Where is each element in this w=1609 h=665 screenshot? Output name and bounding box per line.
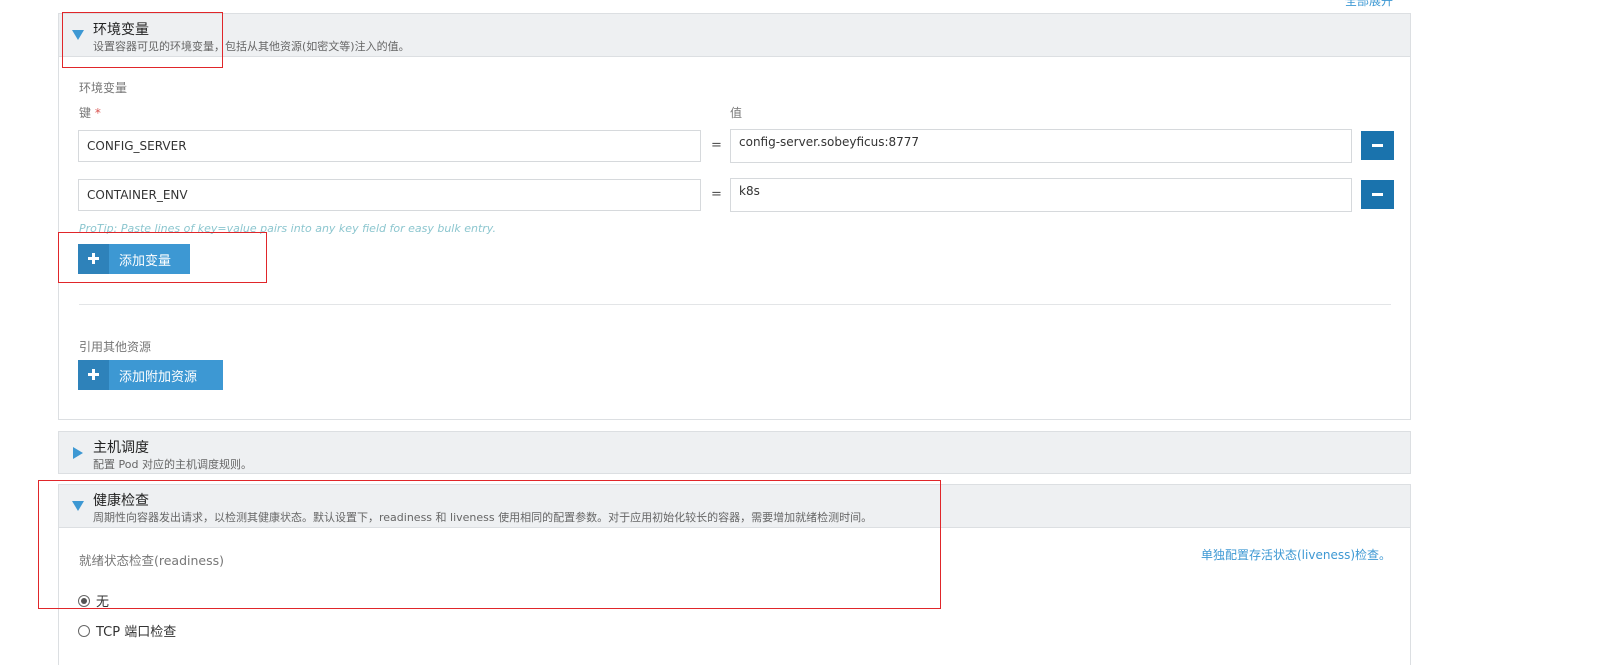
readiness-option-tcp[interactable]: TCP 端口检查: [78, 621, 176, 640]
value-column-label: 值: [730, 106, 743, 120]
env-key-input[interactable]: [78, 130, 701, 162]
plus-icon: [78, 360, 109, 390]
required-mark: *: [94, 106, 101, 120]
env-subheading: 环境变量: [79, 81, 128, 95]
host-scheduling-header[interactable]: 主机调度 配置 Pod 对应的主机调度规则。: [59, 432, 1410, 473]
section-divider: [79, 304, 1391, 305]
minus-icon: [1372, 144, 1383, 147]
expand-all-link[interactable]: 全部展开: [1345, 0, 1393, 9]
equals-sign: =: [711, 138, 722, 153]
env-key-input[interactable]: [78, 179, 701, 211]
host-section-description: 配置 Pod 对应的主机调度规则。: [93, 458, 252, 471]
key-column-label: 键 *: [79, 104, 101, 121]
env-variables-header[interactable]: 环境变量 设置容器可见的环境变量，包括从其他资源(如密文等)注入的值。: [59, 14, 1410, 57]
highlight-box-add-variable: [58, 232, 267, 283]
env-value-input[interactable]: [730, 129, 1352, 163]
minus-icon: [1372, 193, 1383, 196]
add-resource-label: 添加附加资源: [119, 368, 198, 384]
liveness-config-link[interactable]: 单独配置存活状态(liveness)检查。: [1201, 546, 1391, 563]
add-resource-button[interactable]: 添加附加资源: [78, 360, 223, 390]
expand-triangle-icon: [73, 447, 83, 459]
highlight-box-env-header: [62, 12, 223, 68]
env-variables-panel: 环境变量 设置容器可见的环境变量，包括从其他资源(如密文等)注入的值。 环境变量…: [58, 13, 1411, 420]
remove-variable-button[interactable]: [1361, 180, 1394, 209]
reference-resources-heading: 引用其他资源: [79, 340, 152, 354]
host-scheduling-panel: 主机调度 配置 Pod 对应的主机调度规则。: [58, 431, 1411, 474]
key-label-text: 键: [79, 106, 92, 120]
equals-sign: =: [711, 187, 722, 202]
remove-variable-button[interactable]: [1361, 131, 1394, 160]
radio-unselected-icon[interactable]: [78, 624, 90, 637]
highlight-box-health-check: [38, 480, 941, 609]
option-label: TCP 端口检查: [96, 625, 177, 640]
host-section-title: 主机调度: [93, 440, 149, 456]
env-value-input[interactable]: [730, 178, 1352, 212]
